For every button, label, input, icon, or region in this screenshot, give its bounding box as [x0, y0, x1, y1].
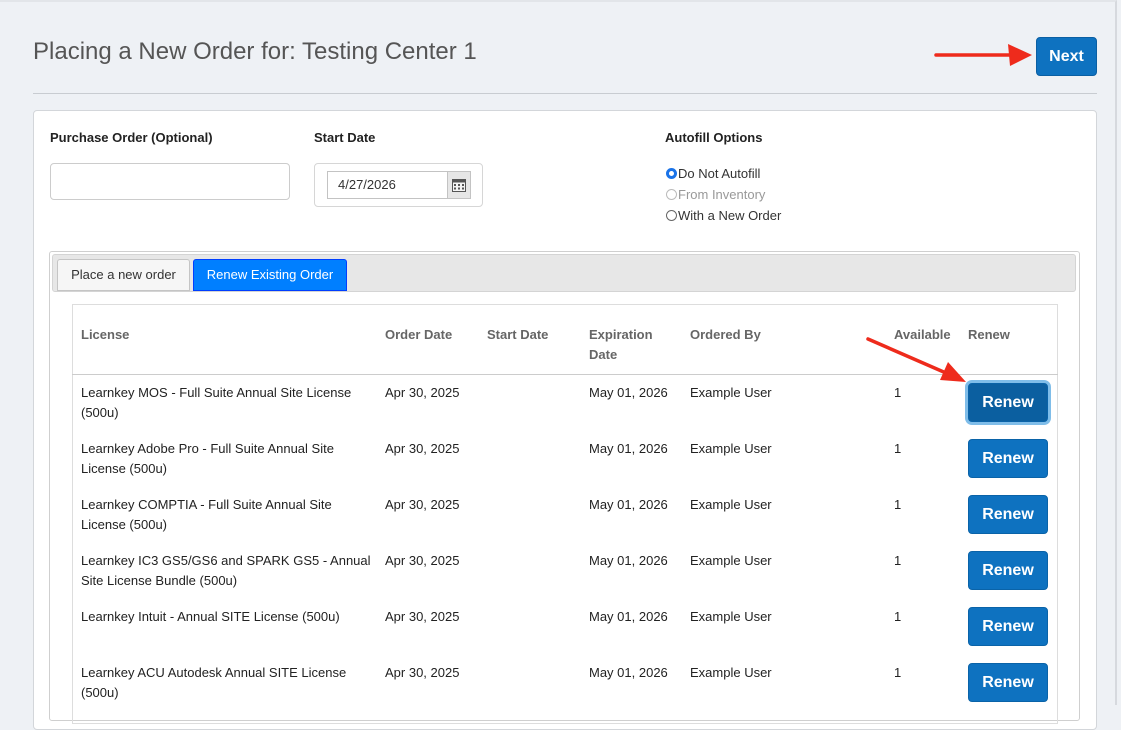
autofill-option-do-not-autofill[interactable]: Do Not Autofill — [666, 166, 760, 181]
expiration-date-cell: May 01, 2026 — [589, 553, 668, 568]
expiration-date-cell: May 01, 2026 — [589, 665, 668, 680]
ordered-by-cell: Example User — [690, 441, 772, 456]
table-header-divider — [72, 374, 1058, 375]
available-cell: 1 — [894, 609, 902, 624]
expiration-date-cell: May 01, 2026 — [589, 609, 668, 624]
column-header-ordered-by: Ordered By — [690, 327, 761, 342]
ordered-by-cell: Example User — [690, 497, 772, 512]
calendar-icon[interactable] — [447, 171, 471, 199]
order-date-cell: Apr 30, 2025 — [385, 497, 460, 512]
autofill-option-with-new-order[interactable]: With a New Order — [666, 208, 781, 223]
renew-button[interactable]: Renew — [968, 607, 1048, 646]
expiration-date-cell: May 01, 2026 — [589, 497, 668, 512]
available-cell: 1 — [894, 553, 902, 568]
order-date-cell: Apr 30, 2025 — [385, 609, 460, 624]
available-cell: 1 — [894, 497, 902, 512]
license-cell: Learnkey ACU Autodesk Annual SITE Licens… — [81, 665, 347, 700]
renew-button[interactable]: Renew — [968, 551, 1048, 590]
column-header-start-date: Start Date — [487, 327, 549, 342]
page-title: Placing a New Order for: Testing Center … — [33, 38, 477, 65]
renew-button[interactable]: Renew — [968, 495, 1048, 534]
column-header-license: License — [81, 327, 130, 342]
column-header-expiration-date: Expiration Date — [589, 327, 653, 362]
column-header-renew: Renew — [968, 327, 1010, 342]
license-cell: Learnkey COMPTIA - Full Suite Annual Sit… — [81, 497, 332, 532]
renew-button[interactable]: Renew — [968, 439, 1048, 478]
radio-label: From Inventory — [678, 187, 766, 202]
order-date-cell: Apr 30, 2025 — [385, 385, 460, 400]
ordered-by-cell: Example User — [690, 385, 772, 400]
tab-renew-existing-order[interactable]: Renew Existing Order — [193, 259, 347, 291]
renew-button[interactable]: Renew — [968, 383, 1048, 422]
purchase-order-input[interactable] — [50, 163, 290, 200]
tab-place-new-order[interactable]: Place a new order — [57, 259, 190, 291]
column-header-available: Available — [894, 327, 951, 342]
radio-label: With a New Order — [678, 208, 782, 223]
radio-label: Do Not Autofill — [678, 166, 761, 181]
order-date-cell: Apr 30, 2025 — [385, 553, 460, 568]
available-cell: 1 — [894, 385, 902, 400]
order-date-cell: Apr 30, 2025 — [385, 665, 460, 680]
license-cell: Learnkey IC3 GS5/GS6 and SPARK GS5 - Ann… — [81, 553, 371, 588]
expiration-date-cell: May 01, 2026 — [589, 441, 668, 456]
start-date-group: 4/27/2026 — [314, 163, 483, 207]
ordered-by-cell: Example User — [690, 553, 772, 568]
license-cell: Learnkey Intuit - Annual SITE License (5… — [81, 609, 340, 624]
autofill-label: Autofill Options — [665, 130, 763, 145]
renew-button[interactable]: Renew — [968, 663, 1048, 702]
start-date-input[interactable]: 4/27/2026 — [327, 171, 447, 199]
purchase-order-label: Purchase Order (Optional) — [50, 130, 213, 145]
license-cell: Learnkey Adobe Pro - Full Suite Annual S… — [81, 441, 334, 476]
start-date-label: Start Date — [314, 130, 376, 145]
radio-do-not-autofill[interactable] — [666, 168, 677, 179]
available-cell: 1 — [894, 665, 902, 680]
available-cell: 1 — [894, 441, 902, 456]
expiration-date-cell: May 01, 2026 — [589, 385, 668, 400]
title-divider — [33, 93, 1097, 94]
column-header-order-date: Order Date — [385, 327, 453, 342]
red-arrow-icon — [934, 44, 1032, 66]
radio-from-inventory — [666, 189, 677, 200]
ordered-by-cell: Example User — [690, 609, 772, 624]
autofill-option-from-inventory: From Inventory — [666, 187, 765, 202]
ordered-by-cell: Example User — [690, 665, 772, 680]
next-button[interactable]: Next — [1036, 37, 1097, 76]
license-cell: Learnkey MOS - Full Suite Annual Site Li… — [81, 385, 352, 420]
order-date-cell: Apr 30, 2025 — [385, 441, 460, 456]
radio-with-new-order[interactable] — [666, 210, 677, 221]
